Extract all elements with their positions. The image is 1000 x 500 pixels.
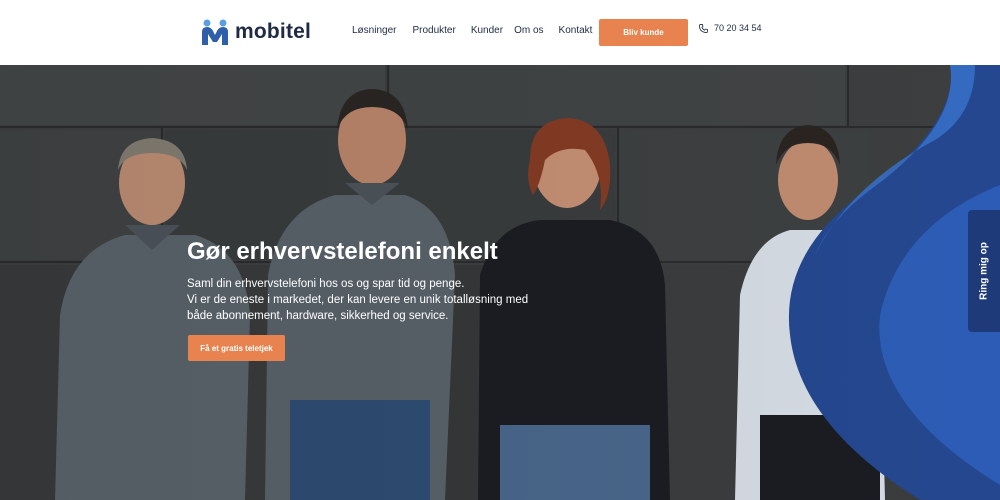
ring-mig-op-label: Ring mig op <box>978 242 990 300</box>
phone-icon <box>699 23 708 33</box>
nav-item-kunder[interactable]: Kunder <box>471 25 503 36</box>
site-header: mobitel Løsninger Produkter Kunder Om os… <box>0 0 1000 65</box>
hero-section: Gør erhvervstelefoni enkelt Saml din erh… <box>0 65 1000 500</box>
hero-subtitle: Saml din erhvervstelefoni hos os og spar… <box>187 276 547 324</box>
phone-link[interactable]: 70 20 34 54 <box>699 23 762 33</box>
mobitel-logo-icon <box>202 19 228 45</box>
free-telecheck-button[interactable]: Få et gratis teletjek <box>188 335 285 361</box>
nav-item-produkter[interactable]: Produkter <box>412 25 455 36</box>
nav-item-om-os[interactable]: Om os <box>514 25 543 36</box>
mobitel-logo[interactable]: mobitel <box>201 17 311 47</box>
bliv-kunde-button[interactable]: Bliv kunde <box>599 19 688 46</box>
hero-subtitle-line-2: Vi er de eneste i markedet, der kan leve… <box>187 294 529 322</box>
phone-number: 70 20 34 54 <box>714 23 762 33</box>
nav-item-kontakt[interactable]: Kontakt <box>559 25 593 36</box>
hero-title: Gør erhvervstelefoni enkelt <box>187 238 498 265</box>
hero-subtitle-line-1: Saml din erhvervstelefoni hos os og spar… <box>187 278 465 290</box>
ring-mig-op-tab[interactable]: Ring mig op <box>968 210 1000 332</box>
main-nav: Løsninger Produkter Kunder Om os Kontakt <box>352 25 592 36</box>
logo-text: mobitel <box>235 20 312 43</box>
nav-item-losninger[interactable]: Løsninger <box>352 25 396 36</box>
